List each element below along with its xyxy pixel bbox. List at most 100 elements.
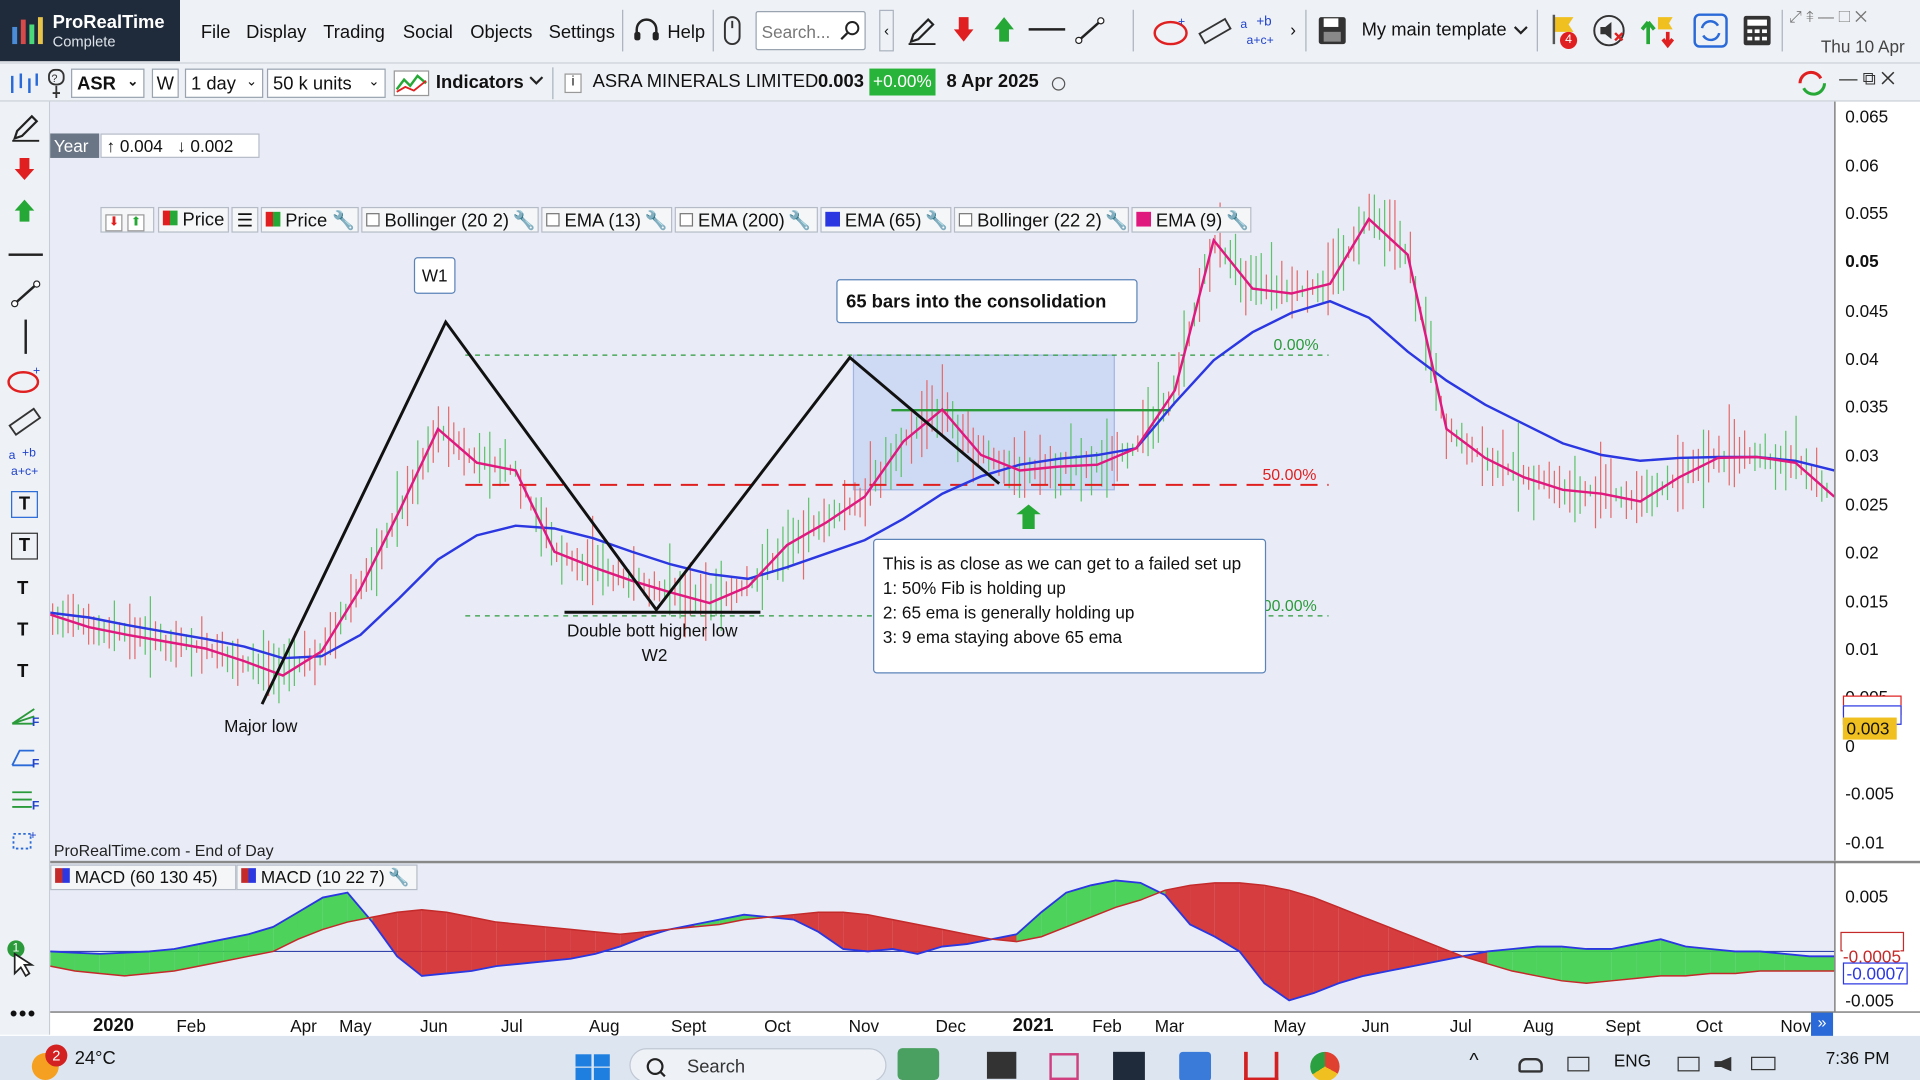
wrench-icon[interactable]: 🔧 — [1226, 211, 1249, 232]
wrench-icon[interactable]: 🔧 — [645, 211, 668, 232]
fan-tool-icon[interactable]: F — [10, 702, 44, 729]
link-icon[interactable]: ? — [45, 68, 67, 101]
ruler-icon[interactable] — [1198, 15, 1232, 47]
wrench-icon[interactable]: 🔧 — [332, 211, 355, 232]
panel-window-controls-icon[interactable]: — ⧉ ✕ — [1839, 69, 1895, 90]
up-arrow-icon[interactable] — [993, 15, 1015, 44]
checkbox-icon[interactable] — [546, 213, 560, 227]
chevron-down-icon[interactable] — [1513, 24, 1528, 36]
taskbar-app-icon[interactable] — [897, 1048, 940, 1080]
menu-trading[interactable]: Trading — [323, 22, 385, 43]
calculator-icon[interactable] — [1742, 15, 1771, 47]
fibonacci-tool-icon[interactable]: a +b a+c+ — [1239, 12, 1278, 49]
candles-icon[interactable] — [7, 71, 39, 95]
cloud-icon[interactable] — [1518, 1057, 1543, 1073]
taskbar-search[interactable]: Search — [629, 1048, 887, 1080]
legend-bollinger-22[interactable]: Bollinger (22 2) 🔧 — [953, 206, 1129, 233]
price-axis[interactable]: 0.065 0.06 0.055 0.05 0.045 0.04 0.035 0… — [1834, 101, 1920, 861]
trading-alert-icon[interactable] — [1640, 12, 1680, 49]
chevron-up-icon[interactable]: ^ — [1469, 1051, 1478, 1073]
down-arrow-icon[interactable] — [953, 15, 975, 44]
chrome-app-icon[interactable] — [1310, 1051, 1340, 1080]
up-arrow-icon[interactable]: ⬆ — [127, 214, 145, 232]
legend-ema-65[interactable]: EMA (65) 🔧 — [820, 206, 952, 233]
wrench-icon[interactable]: 🔧 — [788, 211, 811, 232]
price-chart[interactable]: ⬇ ⬆ Price ☰ Price 🔧 Bollinger (20 2) 🔧 EMA … — [50, 101, 1835, 861]
menu-social[interactable]: Social — [403, 22, 453, 43]
monitor-icon[interactable] — [1677, 1056, 1700, 1072]
keyboard-icon[interactable] — [1567, 1056, 1590, 1072]
photos-app-icon[interactable] — [1179, 1051, 1212, 1080]
sound-off-icon[interactable] — [1592, 13, 1629, 47]
down-arrow-icon[interactable] — [13, 156, 35, 183]
units-selector[interactable]: 50 k units ⌄ — [266, 68, 386, 98]
terminal-app-icon[interactable] — [986, 1051, 1017, 1079]
checkbox-icon[interactable] — [958, 213, 973, 227]
w2-label[interactable]: W2 — [642, 645, 668, 665]
scope-badge[interactable]: Year — [50, 133, 100, 158]
cursor-settings-icon[interactable] — [12, 951, 44, 978]
macd-legend-1[interactable]: MACD (60 130 45) — [50, 864, 237, 891]
macd-panel[interactable]: MACD (60 130 45) MACD (10 22 7) 🔧 — [50, 860, 1835, 1012]
pencil-icon[interactable] — [906, 15, 938, 47]
w1-label[interactable]: W1 — [413, 257, 456, 294]
search-icon[interactable] — [840, 21, 860, 41]
legend-ema-200[interactable]: EMA (200) 🔧 — [674, 206, 818, 233]
clock-time[interactable]: 7:36 PM — [1826, 1048, 1890, 1068]
fibonacci-levels-icon[interactable]: F — [10, 785, 44, 812]
info-icon[interactable]: i — [564, 73, 582, 94]
battery-icon[interactable] — [1751, 1056, 1776, 1071]
sync-icon[interactable] — [1795, 69, 1829, 98]
headset-icon[interactable] — [632, 17, 661, 44]
period-code[interactable]: W — [151, 68, 179, 98]
legend-ema-13[interactable]: EMA (13) 🔧 — [541, 206, 673, 233]
wrench-icon[interactable]: 🔧 — [513, 211, 536, 232]
menu-settings[interactable]: Settings — [549, 22, 615, 43]
menu-objects[interactable]: Objects — [470, 22, 532, 43]
indicators-icon[interactable] — [393, 70, 430, 97]
legend-bollinger-20[interactable]: Bollinger (20 2) 🔧 — [361, 206, 539, 233]
save-icon[interactable] — [1316, 15, 1348, 47]
wrench-icon[interactable]: 🔧 — [388, 867, 409, 887]
trendline-icon[interactable] — [1075, 17, 1105, 45]
text-icon[interactable]: T — [17, 661, 28, 682]
fibonacci-fan-icon[interactable]: F — [10, 743, 44, 770]
text-icon[interactable]: T — [17, 620, 28, 641]
horizontal-line-icon[interactable] — [1028, 27, 1066, 32]
text-framed-icon[interactable]: T — [11, 532, 38, 560]
indicators-button[interactable]: Indicators — [436, 72, 524, 93]
legend-price-1[interactable]: Price — [157, 206, 229, 233]
ellipse-tool-icon[interactable]: + — [1151, 15, 1193, 47]
template-selector[interactable]: My main template — [1362, 20, 1507, 41]
scroll-right-icon[interactable]: » — [1811, 1012, 1834, 1036]
legend-price-2[interactable]: Price 🔧 — [260, 206, 359, 233]
symbol-selector[interactable]: ASR ⌄ — [71, 68, 145, 98]
window-controls-icon[interactable]: ⤢ ⇞ — ☐ ✕ — [1789, 7, 1867, 27]
windows-start-icon[interactable] — [574, 1053, 611, 1080]
menu-display[interactable]: Display — [246, 22, 306, 43]
checkbox-icon[interactable] — [679, 213, 694, 227]
mouse-icon[interactable] — [722, 15, 742, 47]
snip-app-icon[interactable] — [1049, 1053, 1079, 1080]
pencil-icon[interactable] — [10, 111, 42, 143]
setup-note[interactable]: This is as close as we can get to a fail… — [873, 538, 1267, 674]
refresh-icon[interactable] — [1692, 12, 1729, 49]
collapse-left-icon[interactable]: ‹ — [879, 9, 894, 52]
fibonacci-tool-icon[interactable]: a +b a+c+ — [7, 444, 46, 481]
expand-right-icon[interactable]: › — [1286, 10, 1301, 52]
major-low-label[interactable]: Major low — [224, 716, 297, 736]
more-tools-icon[interactable]: ••• — [10, 1002, 37, 1028]
text-boxed-icon[interactable]: T — [11, 491, 38, 518]
ellipse-tool-icon[interactable]: + — [6, 364, 45, 396]
timeframe-selector[interactable]: 1 day ⌄ — [184, 68, 264, 98]
app-logo[interactable]: ProRealTime Complete — [0, 0, 181, 62]
prorealtime-app-icon[interactable] — [1113, 1051, 1145, 1080]
trendline-icon[interactable] — [11, 280, 41, 308]
checkbox-icon[interactable] — [366, 213, 380, 227]
ruler-icon[interactable] — [7, 405, 42, 437]
consolidation-label[interactable]: 65 bars into the consolidation — [836, 279, 1138, 324]
macd-axis[interactable]: 0.005 -0.0005 -0.0007 -0.005 — [1834, 860, 1920, 1012]
language-indicator[interactable]: ENG — [1614, 1051, 1651, 1071]
legend-ema-9[interactable]: EMA (9) 🔧 — [1131, 206, 1252, 233]
vertical-line-icon[interactable] — [24, 319, 27, 354]
